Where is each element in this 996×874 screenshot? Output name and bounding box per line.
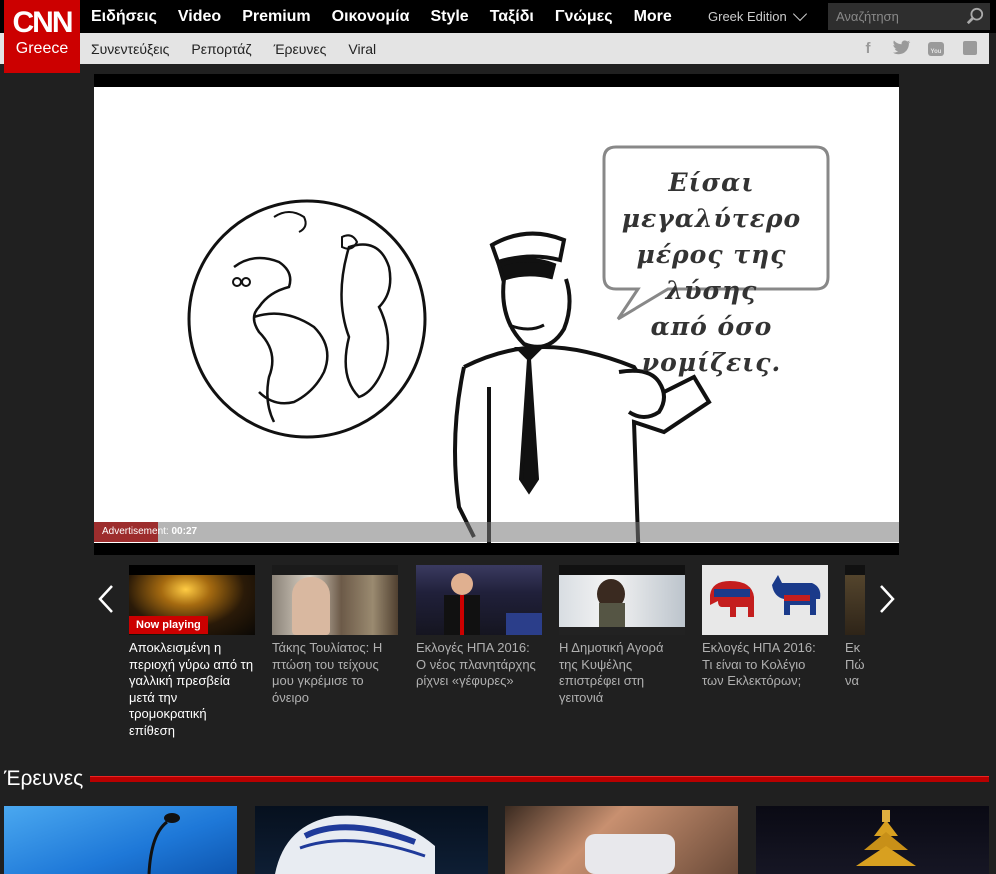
- video-thumbnail[interactable]: [272, 565, 398, 635]
- game-controller-image: [585, 834, 675, 874]
- nav-item-more[interactable]: More: [634, 8, 672, 26]
- youtube-icon[interactable]: You: [927, 40, 945, 58]
- subnav-item-investigations[interactable]: Έρευνες: [274, 41, 327, 57]
- subnav-item-viral[interactable]: Viral: [348, 41, 376, 57]
- story-tile[interactable]: [255, 806, 488, 874]
- story-tile[interactable]: [4, 806, 237, 874]
- playlist-item[interactable]: Εκ Πώ να: [845, 565, 865, 690]
- social-links: f You: [859, 40, 979, 58]
- subnav-item-reports[interactable]: Ρεπορτάζ: [191, 41, 251, 57]
- story-tile[interactable]: [756, 806, 989, 874]
- twitter-icon[interactable]: [893, 40, 911, 58]
- video-player[interactable]: Είσαι μεγαλύτερο μέρος της λύσης από όσο…: [94, 74, 899, 555]
- carousel-prev-arrow[interactable]: [96, 584, 116, 614]
- video-thumbnail[interactable]: [845, 565, 865, 635]
- nav-item-style[interactable]: Style: [430, 8, 468, 26]
- section-divider: [90, 776, 989, 782]
- playlist-item[interactable]: Now playing Αποκλεισμένη η περιοχή γύρω …: [129, 565, 255, 739]
- playlist-item-caption[interactable]: Εκλογές ΗΠΑ 2016: Τι είναι το Κολέγιο τω…: [702, 640, 828, 690]
- logo-region: Greece: [15, 40, 69, 57]
- edition-label: Greek Edition: [708, 9, 787, 24]
- playlist-item-caption[interactable]: Η Δημοτική Αγορά της Κυψέλης επιστρέφει …: [559, 640, 685, 706]
- speech-line-2: μέρος της λύσης: [636, 240, 787, 305]
- nav-item-video[interactable]: Video: [178, 8, 221, 26]
- globe-drawing: [187, 199, 427, 439]
- nav-item-travel[interactable]: Ταξίδι: [490, 8, 534, 26]
- speech-line-3: από όσο νομίζεις.: [641, 312, 782, 377]
- video-thumbnail[interactable]: Now playing: [129, 565, 255, 635]
- speech-line-1: Είσαι μεγαλύτερο: [621, 168, 802, 233]
- playlist-item[interactable]: Η Δημοτική Αγορά της Κυψέλης επιστρέφει …: [559, 565, 685, 706]
- nav-item-premium[interactable]: Premium: [242, 8, 310, 26]
- logo-brand: CNN: [12, 6, 74, 39]
- search-input[interactable]: [828, 9, 963, 24]
- nav-item-news[interactable]: Ειδήσεις: [91, 8, 157, 26]
- section-title[interactable]: Έρευνες: [4, 767, 83, 791]
- svg-text:You: You: [931, 49, 942, 55]
- top-nav-bar: CNN Greece Ειδήσεις Video Premium Οικονο…: [0, 0, 996, 73]
- cnn-greece-logo[interactable]: CNN Greece: [4, 0, 80, 73]
- subnav-item-interviews[interactable]: Συνεντεύξεις: [91, 41, 169, 57]
- search-icon[interactable]: [966, 7, 984, 25]
- ad-label: Advertisement:: [102, 526, 169, 537]
- ad-progress-bar[interactable]: Advertisement: 00:27: [94, 522, 899, 542]
- playlist-item-caption[interactable]: Εκ Πώ να: [845, 640, 865, 690]
- speech-bubble-text: Είσαι μεγαλύτερο μέρος της λύσης από όσο…: [599, 165, 824, 381]
- elephant-donkey-logos: [710, 575, 821, 617]
- story-tile[interactable]: [505, 806, 738, 874]
- nav-item-economy[interactable]: Οικονομία: [332, 8, 410, 26]
- playlist-item-caption[interactable]: Εκλογές ΗΠΑ 2016: Ο νέος πλανητάρχης ρίχ…: [416, 640, 542, 690]
- facebook-icon[interactable]: f: [859, 40, 877, 58]
- streetlight-image: [147, 813, 180, 874]
- sub-nav: Συνεντεύξεις Ρεπορτάζ Έρευνες Viral: [91, 33, 398, 64]
- ad-time: 00:27: [171, 526, 198, 537]
- video-playlist-carousel: Now playing Αποκλεισμένη η περιοχή γύρω …: [129, 565, 865, 745]
- playlist-item-caption[interactable]: Τάκης Τουλίατος: Η πτώση του τείχους μου…: [272, 640, 398, 706]
- nav-item-opinions[interactable]: Γνώμες: [555, 8, 613, 26]
- sub-nav-bar: Συνεντεύξεις Ρεπορτάζ Έρευνες Viral f Yo…: [0, 33, 989, 64]
- rss-icon[interactable]: [961, 40, 979, 58]
- video-thumbnail[interactable]: [559, 565, 685, 635]
- search-box: [828, 3, 990, 30]
- maglev-train-image: [275, 815, 435, 874]
- pagoda-image: [856, 810, 916, 866]
- edition-selector[interactable]: Greek Edition: [708, 0, 807, 33]
- playlist-item[interactable]: Εκλογές ΗΠΑ 2016: Τι είναι το Κολέγιο τω…: [702, 565, 828, 690]
- playlist-item[interactable]: Εκλογές ΗΠΑ 2016: Ο νέος πλανητάρχης ρίχ…: [416, 565, 542, 690]
- video-thumbnail[interactable]: [416, 565, 542, 635]
- chevron-down-icon: [792, 6, 807, 22]
- carousel-next-arrow[interactable]: [877, 584, 897, 614]
- video-frame[interactable]: Είσαι μεγαλύτερο μέρος της λύσης από όσο…: [94, 87, 899, 543]
- now-playing-badge: Now playing: [129, 616, 208, 634]
- video-thumbnail[interactable]: [702, 565, 828, 635]
- playlist-item-caption[interactable]: Αποκλεισμένη η περιοχή γύρω από τη γαλλι…: [129, 640, 255, 739]
- ad-countdown: Advertisement: 00:27: [102, 526, 197, 537]
- playlist-item[interactable]: Τάκης Τουλίατος: Η πτώση του τείχους μου…: [272, 565, 398, 706]
- main-nav: Ειδήσεις Video Premium Οικονομία Style Τ…: [91, 0, 693, 33]
